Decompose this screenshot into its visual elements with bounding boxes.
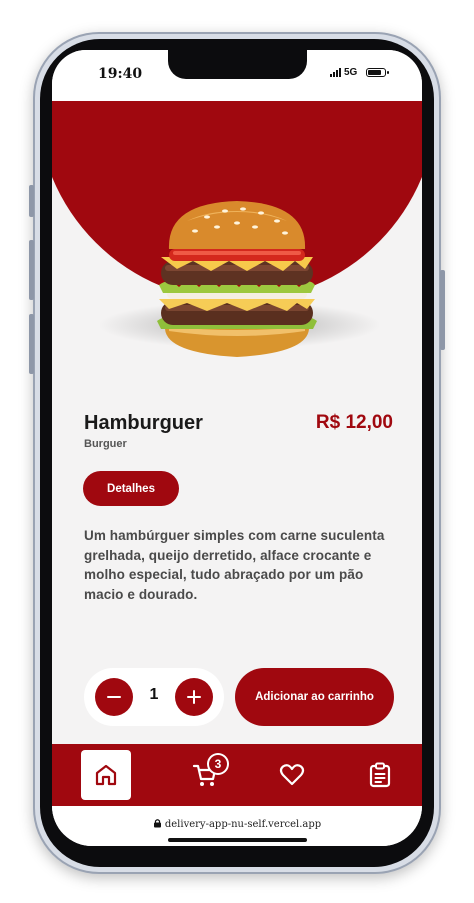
product-hero <box>52 101 422 371</box>
home-icon <box>95 764 117 786</box>
clipboard-icon <box>369 762 391 788</box>
app-screen: 19:40 5G Hamburguer Burguer R$ 12,00 Det… <box>52 50 422 846</box>
battery-icon <box>366 68 389 77</box>
product-price: R$ 12,00 <box>315 412 393 433</box>
plus-icon <box>187 690 201 704</box>
cart-count-badge: 3 <box>207 753 229 775</box>
increase-quantity-button[interactable] <box>175 678 213 716</box>
add-to-cart-button[interactable]: Adicionar ao carrinho <box>235 668 394 726</box>
lock-icon <box>153 819 161 828</box>
url-text: delivery-app-nu-self.vercel.app <box>164 819 322 830</box>
browser-url-bar[interactable]: delivery-app-nu-self.vercel.app <box>52 806 422 846</box>
minus-icon <box>107 696 121 698</box>
nav-orders[interactable] <box>355 750 405 800</box>
product-description: Um hambúrguer simples com carne suculent… <box>84 528 385 602</box>
network-indicator: 5G <box>330 67 357 78</box>
notch <box>168 50 307 79</box>
volume-down-button <box>29 314 34 374</box>
quantity-value: 1 <box>149 686 159 703</box>
bottom-nav <box>52 744 422 806</box>
decrease-quantity-button[interactable] <box>95 678 133 716</box>
status-bar: 19:40 5G <box>52 50 422 101</box>
home-indicator <box>168 838 307 842</box>
url-display: delivery-app-nu-self.vercel.app <box>52 818 422 830</box>
product-title: Hamburguer <box>84 412 203 434</box>
nav-favorites[interactable] <box>267 750 317 800</box>
details-button[interactable]: Detalhes <box>83 471 179 506</box>
status-time: 19:40 <box>98 66 143 82</box>
mute-switch <box>29 185 34 217</box>
heart-icon <box>279 764 305 786</box>
battery-level <box>368 70 381 75</box>
product-category: Burguer <box>84 438 127 450</box>
volume-up-button <box>29 240 34 300</box>
network-label: 5G <box>344 67 358 78</box>
burger-image <box>157 201 317 357</box>
signal-icon <box>330 68 341 77</box>
power-button <box>440 270 445 350</box>
quantity-stepper: 1 <box>84 668 224 726</box>
nav-home[interactable] <box>81 750 131 800</box>
cart-count: 3 <box>209 755 227 773</box>
